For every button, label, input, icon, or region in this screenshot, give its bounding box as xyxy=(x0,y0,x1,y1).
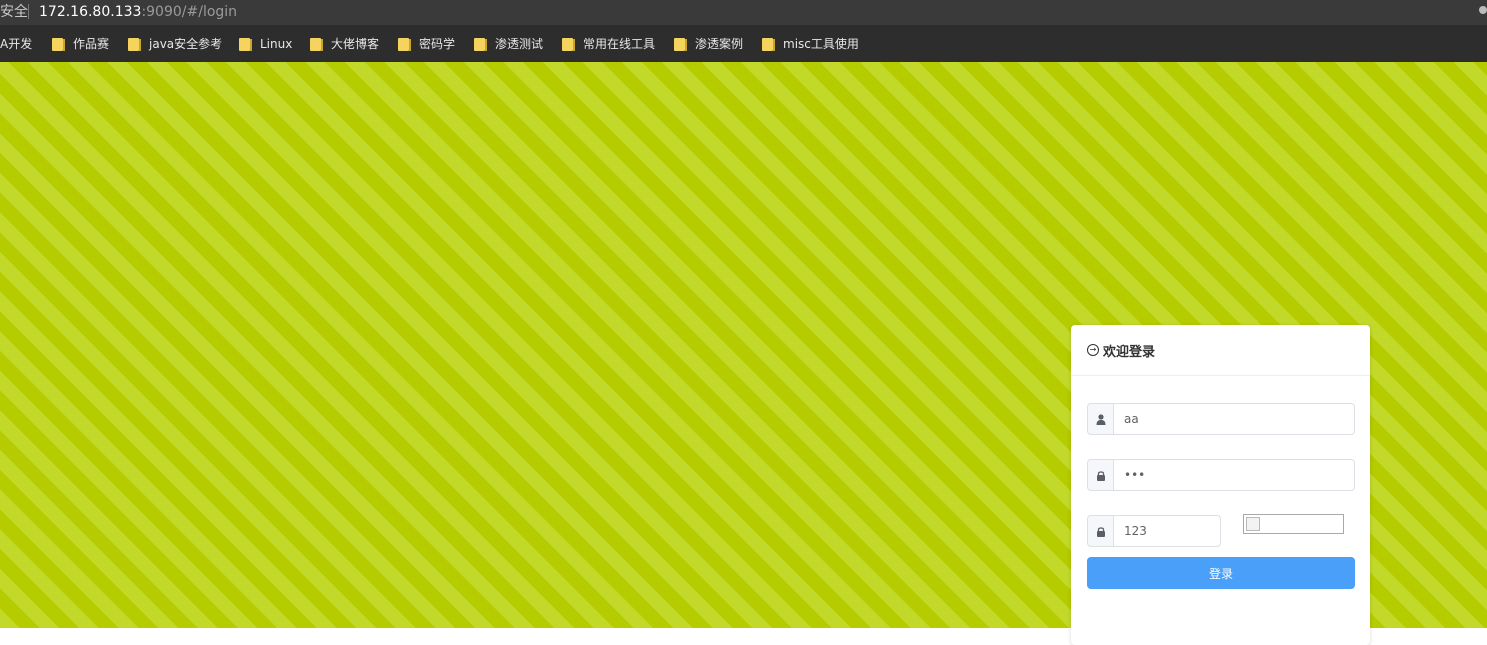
folder-icon xyxy=(310,37,323,51)
user-icon xyxy=(1088,404,1114,434)
bookmark-label: misc工具使用 xyxy=(783,36,859,51)
bookmark-folder[interactable]: 渗透案例 xyxy=(674,35,743,53)
bookmarks-bar: A开发 作品赛 java安全参考 Linux 大佬博客 密码学 渗透测试 常用在… xyxy=(0,25,1487,63)
captcha-group xyxy=(1087,515,1221,547)
bookmark-folder[interactable]: misc工具使用 xyxy=(762,35,859,53)
username-input[interactable] xyxy=(1114,404,1354,434)
username-group xyxy=(1087,403,1355,435)
security-label[interactable]: 安全 xyxy=(0,1,28,23)
folder-icon xyxy=(562,37,575,51)
folder-icon xyxy=(398,37,411,51)
extension-icon[interactable] xyxy=(1479,6,1487,14)
bookmark-item[interactable]: A开发 xyxy=(0,35,32,53)
bookmark-folder[interactable]: 作品赛 xyxy=(52,35,109,53)
captcha-image[interactable] xyxy=(1243,514,1344,534)
bookmark-label: 常用在线工具 xyxy=(583,36,656,51)
bookmark-folder[interactable]: 大佬博客 xyxy=(310,35,379,53)
login-icon: → xyxy=(1087,344,1099,356)
folder-icon xyxy=(762,37,775,51)
folder-icon xyxy=(674,37,687,51)
captcha-input[interactable] xyxy=(1114,516,1220,546)
lock-icon xyxy=(1088,460,1114,490)
folder-icon xyxy=(128,37,141,51)
bookmark-label: 作品赛 xyxy=(73,36,110,51)
bookmark-label: 渗透案例 xyxy=(695,36,744,51)
login-card-header: → 欢迎登录 xyxy=(1071,325,1370,376)
browser-chrome: 安全 172.16.80.133:9090/#/login A开发 作品赛 ja… xyxy=(0,0,1487,63)
bookmark-label: 大佬博客 xyxy=(331,36,380,51)
bookmark-folder[interactable]: Linux xyxy=(239,35,292,53)
address-bar[interactable]: 安全 172.16.80.133:9090/#/login xyxy=(0,0,1487,25)
url-text[interactable]: 172.16.80.133:9090/#/login xyxy=(39,1,237,23)
password-input[interactable] xyxy=(1114,460,1354,490)
bookmark-label: java安全参考 xyxy=(149,36,223,51)
url-host: 172.16.80.133 xyxy=(39,4,142,20)
bookmark-label: Linux xyxy=(260,36,293,51)
address-divider xyxy=(28,4,29,19)
password-group xyxy=(1087,459,1355,491)
bookmark-label: 渗透测试 xyxy=(495,36,544,51)
bookmark-label: A开发 xyxy=(0,36,33,51)
lock-icon xyxy=(1088,516,1114,546)
login-button[interactable]: 登录 xyxy=(1087,557,1355,589)
bookmark-label: 密码学 xyxy=(419,36,456,51)
bookmark-folder[interactable]: 常用在线工具 xyxy=(562,35,655,53)
bookmark-folder[interactable]: 渗透测试 xyxy=(474,35,543,53)
login-card: → 欢迎登录 登录 xyxy=(1071,325,1370,645)
broken-image-icon xyxy=(1246,517,1260,531)
url-path: :9090/#/login xyxy=(141,4,238,20)
login-title: 欢迎登录 xyxy=(1103,344,1156,360)
bookmark-folder[interactable]: 密码学 xyxy=(398,35,455,53)
folder-icon xyxy=(239,37,252,51)
bookmark-folder[interactable]: java安全参考 xyxy=(128,35,222,53)
folder-icon xyxy=(474,37,487,51)
folder-icon xyxy=(52,37,65,51)
